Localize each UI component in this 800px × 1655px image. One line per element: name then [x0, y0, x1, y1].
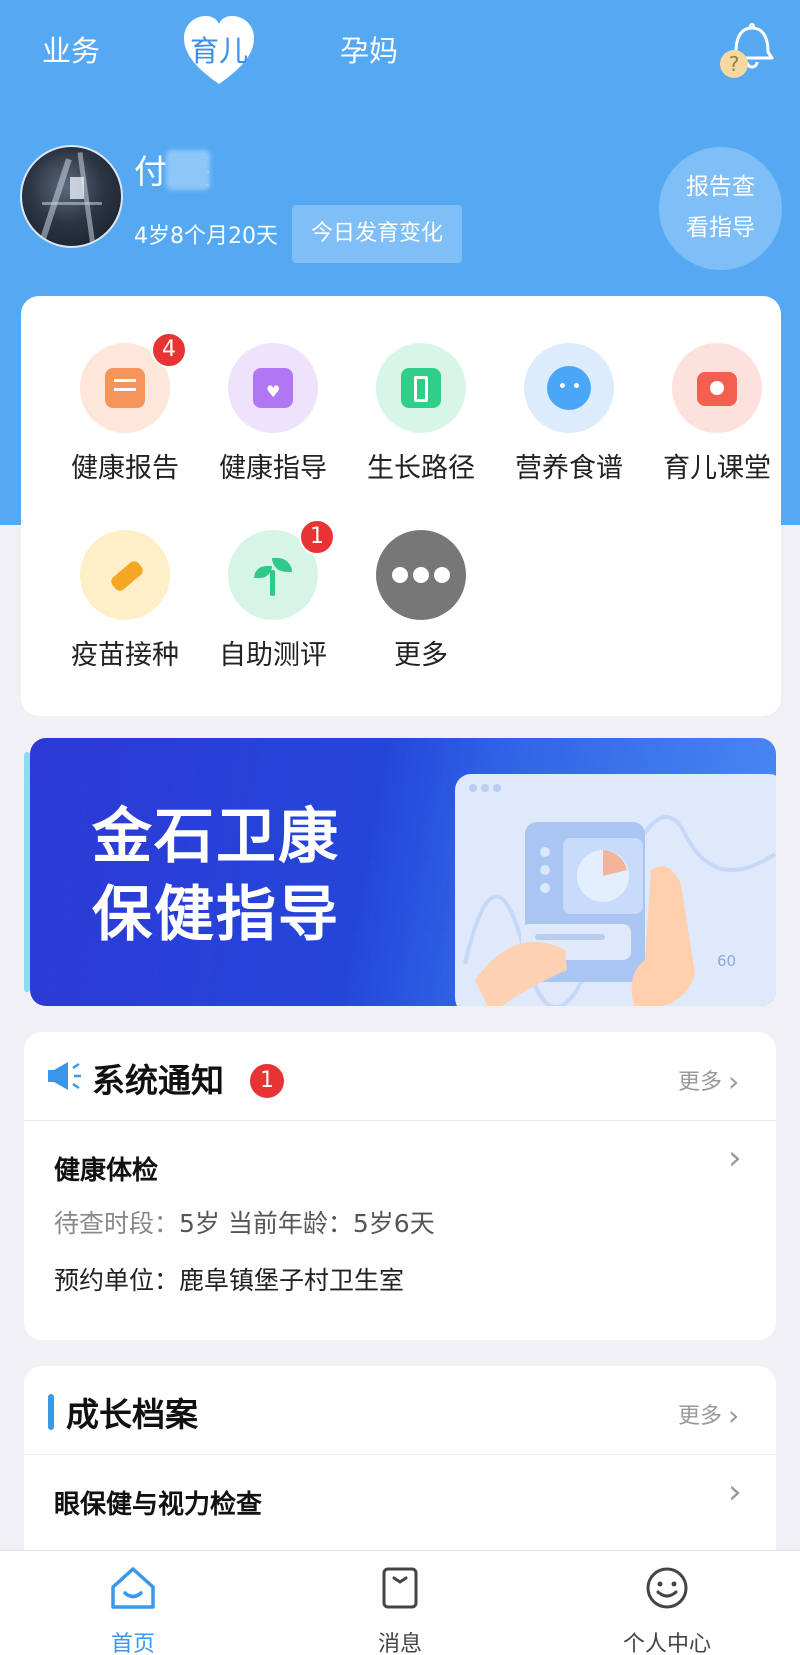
- service-label: 育儿课堂: [663, 453, 771, 484]
- banner-title-line1: 金石卫康: [92, 802, 340, 872]
- title-accent-bar: [48, 1394, 54, 1430]
- service-label: 健康报告: [71, 453, 179, 484]
- tablet-illustration: 60: [463, 784, 776, 1006]
- camera-icon: [672, 343, 762, 433]
- nav-messages-label: 消息: [377, 1632, 422, 1655]
- promo-banner[interactable]: 金石卫康 保健指导 60: [30, 738, 776, 1006]
- divider: [24, 1120, 776, 1121]
- services-card: 4 健康报告 ♥ 健康指导 生长路径 营养食谱 育儿课堂 疫苗接种 1 自助测评…: [21, 296, 781, 716]
- period-value: 5岁: [179, 1209, 220, 1238]
- more-label: 更多: [678, 1404, 723, 1429]
- unit-label: 预约单位：: [54, 1266, 180, 1295]
- report-button-line2: 看指导: [686, 215, 755, 241]
- tab-business[interactable]: 业务: [42, 28, 100, 70]
- service-more[interactable]: 更多: [347, 483, 495, 671]
- tab-childcare-label: 育儿: [189, 34, 248, 68]
- question-icon: ?: [729, 52, 740, 76]
- service-label: 自助测评: [219, 640, 327, 671]
- growth-more-link[interactable]: 更多 ›: [678, 1398, 739, 1432]
- growth-title: 成长档案: [66, 1395, 198, 1434]
- banner-illustration: 60: [455, 774, 776, 1006]
- notice-period-line: 待查时段：5岁 当前年龄：5岁6天: [54, 1204, 435, 1240]
- chevron-right-icon[interactable]: ›: [728, 1472, 742, 1512]
- health-report-badge: 4: [151, 332, 187, 368]
- chevron-right-icon: ›: [728, 1399, 740, 1432]
- face-icon: [524, 343, 614, 433]
- unit-value: 鹿阜镇堡子村卫生室: [179, 1266, 405, 1295]
- heart-book-icon: ♥: [228, 343, 318, 433]
- door-person-icon: [376, 343, 466, 433]
- tab-pregnancy[interactable]: 孕妈: [340, 28, 398, 70]
- name-mask: [166, 150, 210, 190]
- banner-title: 金石卫康 保健指导: [92, 798, 340, 954]
- service-health-report[interactable]: 4 健康报告: [51, 296, 199, 484]
- service-nutrition-recipe[interactable]: 营养食谱: [495, 296, 643, 484]
- report-guidance-button[interactable]: 报告查 看指导: [659, 147, 782, 270]
- home-icon: [111, 1567, 155, 1609]
- report-button-line1: 报告查: [686, 174, 755, 200]
- service-growth-path[interactable]: 生长路径: [347, 296, 495, 484]
- divider: [24, 1454, 776, 1455]
- age-value: 5岁6天: [352, 1209, 435, 1238]
- system-notice-card: 系统通知 1 更多 › 健康体检 › 待查时段：5岁 当前年龄：5岁6天 预约单位…: [24, 1032, 776, 1340]
- smile-icon: [646, 1567, 688, 1609]
- service-label: 营养食谱: [515, 453, 623, 484]
- syringe-icon: [80, 530, 170, 620]
- daily-development-button[interactable]: 今日发育变化: [292, 205, 462, 263]
- service-parenting-class[interactable]: 育儿课堂: [643, 296, 791, 484]
- service-label: 更多: [394, 640, 448, 671]
- age-label: 当前年龄：: [227, 1209, 353, 1238]
- bottom-navigation: 首页 消息 个人中心: [0, 1550, 800, 1655]
- notice-title: 系统通知: [92, 1061, 224, 1100]
- service-label: 生长路径: [367, 453, 475, 484]
- service-label: 健康指导: [219, 453, 327, 484]
- notification-bell[interactable]: ?: [714, 18, 776, 80]
- notice-item-title[interactable]: 健康体检: [54, 1150, 158, 1187]
- chart-tick-label: 60: [717, 952, 736, 970]
- nav-profile[interactable]: 个人中心: [587, 1551, 747, 1655]
- service-vaccination[interactable]: 疫苗接种: [51, 483, 199, 671]
- nav-home[interactable]: 首页: [53, 1551, 213, 1655]
- child-age: 4岁8个月20天: [134, 224, 278, 249]
- notice-more-link[interactable]: 更多 ›: [678, 1064, 739, 1098]
- service-self-assessment[interactable]: 1 自助测评: [199, 483, 347, 671]
- service-health-guidance[interactable]: ♥ 健康指导: [199, 296, 347, 484]
- megaphone-icon: [48, 1062, 81, 1090]
- notice-badge: 1: [248, 1062, 286, 1100]
- nav-profile-label: 个人中心: [622, 1632, 711, 1655]
- period-label: 待查时段：: [54, 1209, 180, 1238]
- chevron-right-icon[interactable]: ›: [728, 1138, 742, 1178]
- more-label: 更多: [678, 1070, 723, 1095]
- service-label: 疫苗接种: [71, 640, 179, 671]
- more-dots-icon: [376, 530, 466, 620]
- chevron-right-icon: ›: [728, 1065, 740, 1098]
- message-icon: [382, 1567, 418, 1609]
- self-assessment-badge: 1: [299, 519, 335, 555]
- growth-archive-card: 成长档案 更多 › 眼保健与视力检查 ›: [24, 1366, 776, 1556]
- notice-unit-line: 预约单位：鹿阜镇堡子村卫生室: [54, 1261, 404, 1297]
- bell-icon: ?: [720, 23, 774, 78]
- tab-childcare[interactable]: 育儿: [182, 14, 256, 88]
- nav-messages[interactable]: 消息: [320, 1551, 480, 1655]
- child-avatar[interactable]: [20, 145, 123, 248]
- banner-title-line2: 保健指导: [92, 880, 340, 950]
- nav-home-label: 首页: [110, 1632, 155, 1655]
- growth-item-title[interactable]: 眼保健与视力检查: [54, 1484, 262, 1521]
